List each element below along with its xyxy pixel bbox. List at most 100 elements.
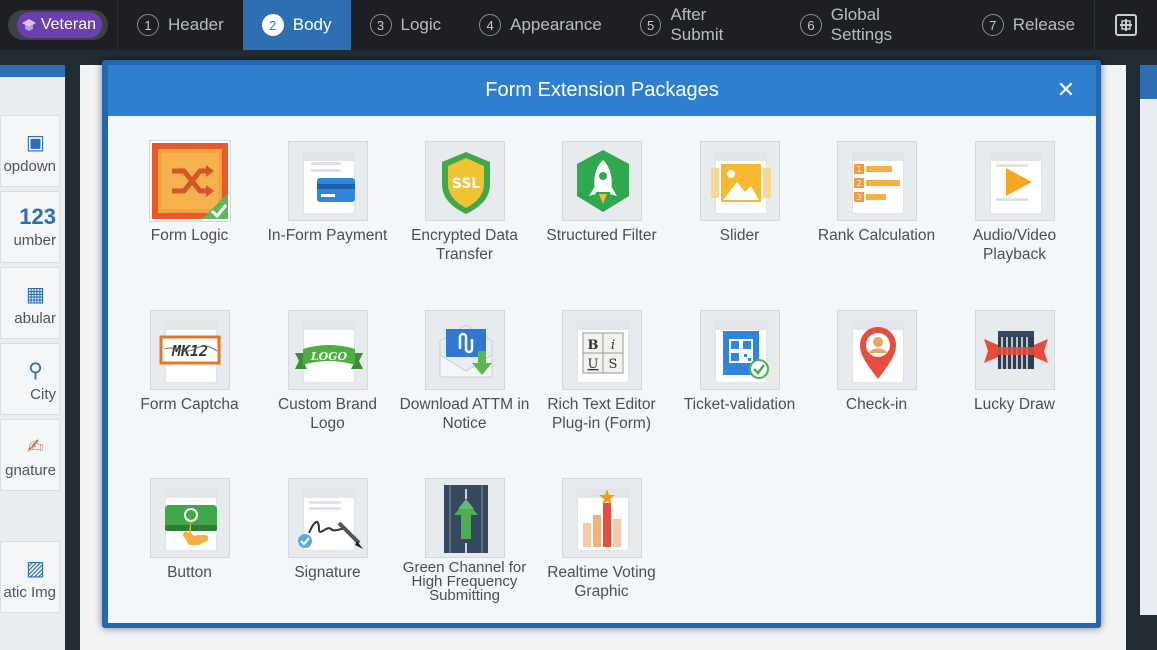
account-level: Veteran [0,0,118,50]
step-label: Logic [400,15,442,34]
captcha-icon: MK12 [149,310,230,390]
step-number: 4 [479,14,502,36]
field-palette: ▣ opdown 123 umber ▦ abular ⚲ City ✍ gna… [0,65,65,650]
field-city[interactable]: ⚲ City [0,343,60,415]
package-button[interactable]: Button [121,478,258,582]
package-check-in[interactable]: Check-in [808,310,945,414]
field-signature[interactable]: ✍ gnature [0,419,60,491]
svg-text:3: 3 [856,193,861,202]
package-lucky-draw[interactable]: Lucky Draw [946,310,1083,414]
svg-text:1: 1 [856,165,861,174]
image-slider-icon [699,141,780,221]
step-release[interactable]: 7 Release [963,0,1094,50]
package-ticket-validation[interactable]: Ticket-validation [671,310,808,414]
package-slider[interactable]: Slider [671,141,808,245]
italic-glyph: i [610,338,614,353]
field-label: opdown [3,158,56,175]
package-label: Check-in [845,396,908,413]
step-global-settings[interactable]: 6 Global Settings [781,0,963,50]
button-press-icon [149,478,230,558]
ssl-shield-icon: SSL [424,141,505,221]
step-number: 2 [261,14,284,36]
package-label: Slider [719,227,760,244]
step-body[interactable]: 2 Body [242,0,351,50]
package-label: Rank Calculation [817,227,936,244]
field-label: gnature [5,462,56,479]
field-number[interactable]: 123 umber [0,191,60,263]
package-label: Structured Filter [546,227,657,244]
step-number: 1 [136,14,159,36]
rich-text-icon: BiUS [561,310,642,390]
package-audio-video-playback[interactable]: Audio/Video Playback [946,141,1083,264]
svg-text:2: 2 [856,179,861,188]
package-in-form-payment[interactable]: In-Form Payment [259,141,396,245]
step-number: 7 [981,14,1004,36]
step-label: Release [1012,15,1076,34]
package-form-logic[interactable]: Form Logic [121,141,258,245]
package-form-captcha[interactable]: MK12 Form Captcha [121,310,258,414]
extension-button[interactable] [1094,0,1157,50]
signature-pen-icon [287,478,368,558]
veteran-toggle[interactable]: Veteran [8,10,108,40]
shuffle-icon [149,141,230,221]
table-icon: ▦ [26,284,45,306]
veteran-label: Veteran [40,16,96,33]
step-label: Body [292,15,332,34]
package-label: Download ATTM in Notice [399,396,530,432]
dialog-title: Form Extension Packages [485,79,719,101]
package-label: Form Captcha [140,396,239,413]
field-label: atic Img [3,584,56,601]
packages-grid: Form Logic In-Form Payment SSL Encrypted… [108,116,1096,623]
bold-glyph: B [587,338,598,353]
green-channel-icon [424,478,505,558]
package-green-channel[interactable]: Green Channel for High Frequency Submitt… [396,478,533,603]
qr-ticket-icon [699,310,780,390]
lucky-draw-icon [974,310,1055,390]
step-appearance[interactable]: 4 Appearance [460,0,621,50]
package-label: Green Channel for High Frequency Submitt… [402,559,527,604]
close-icon: ✕ [1056,77,1076,102]
field-dropdown[interactable]: ▣ opdown [0,115,60,187]
properties-panel-header [1140,65,1157,99]
rocket-icon [561,141,642,221]
step-header[interactable]: 1 Header [118,0,243,50]
field-palette-header [0,65,65,77]
package-label: Ticket-validation [683,396,796,413]
field-label: City [30,386,56,403]
package-label: Realtime Voting Graphic [547,564,656,600]
top-navigation: Veteran 1 Header 2 Body 3 Logic 4 Appearance… [0,0,1157,50]
step-number: 5 [639,14,662,36]
location-pin-icon [836,310,917,390]
step-label: Global Settings [830,5,893,44]
close-button[interactable]: ✕ [1054,78,1078,102]
step-label: After Submit [670,5,724,44]
package-download-attm-in-notice[interactable]: Download ATTM in Notice [396,310,533,433]
step-number: 3 [369,14,392,36]
package-label: Audio/Video Playback [972,227,1057,263]
field-tabular[interactable]: ▦ abular [0,267,60,339]
rank-list-icon: 1 2 3 [836,141,917,221]
package-custom-brand-logo[interactable]: LOGO Custom Brand Logo [259,310,396,433]
package-label: Form Logic [150,227,229,244]
package-label: Lucky Draw [974,396,1055,413]
field-static-image[interactable]: ▨ atic Img [0,541,60,613]
dialog-header: Form Extension Packages ✕ [108,65,1096,116]
package-label: Button [167,564,212,581]
package-label: Signature [294,564,361,581]
package-structured-filter[interactable]: Structured Filter [533,141,670,245]
package-encrypted-data-transfer[interactable]: SSL Encrypted Data Transfer [396,141,533,264]
step-number: 6 [800,14,822,36]
extension-packages-dialog: Form Extension Packages ✕ Form Logic In-… [102,60,1101,628]
package-signature[interactable]: Signature [259,478,396,582]
extension-icon [1115,14,1138,36]
package-label: Rich Text Editor Plug-in (Form) [547,396,656,432]
svg-text:SSL: SSL [451,176,480,192]
step-logic[interactable]: 3 Logic [351,0,461,50]
package-realtime-voting-graphic[interactable]: Realtime Voting Graphic [533,478,670,601]
attachment-download-icon [424,310,505,390]
step-label: Header [167,15,224,34]
package-rich-text-editor[interactable]: BiUS Rich Text Editor Plug-in (Form) [533,310,670,433]
step-after-submit[interactable]: 5 After Submit [621,0,781,50]
number-icon: 123 [19,204,56,229]
package-rank-calculation[interactable]: 1 2 3 Rank Calculation [808,141,945,245]
